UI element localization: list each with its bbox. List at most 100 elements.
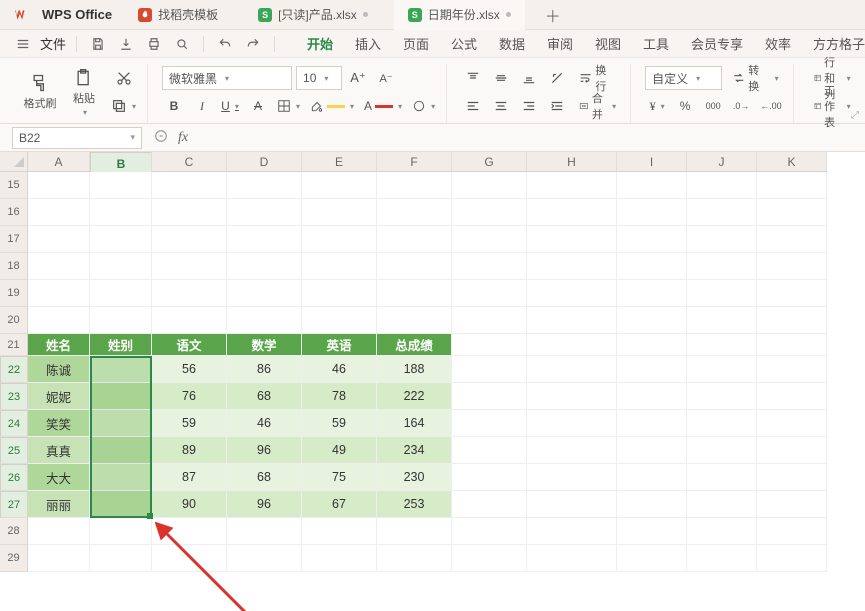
export-icon[interactable] [115, 33, 137, 55]
cell-F16[interactable] [377, 199, 452, 226]
cell-D15[interactable] [227, 172, 302, 199]
cell-C22[interactable]: 56 [152, 356, 227, 383]
cell-G27[interactable] [452, 491, 527, 518]
font-color-button[interactable]: A [361, 94, 405, 118]
cell-K24[interactable] [757, 410, 827, 437]
new-tab-button[interactable]: ＋ [537, 3, 569, 27]
cell-K19[interactable] [757, 280, 827, 307]
cell-B22[interactable] [90, 356, 152, 383]
ribbon-tab-formula[interactable]: 公式 [451, 30, 477, 57]
cell-B17[interactable] [90, 226, 152, 253]
cell-D24[interactable]: 46 [227, 410, 302, 437]
cell-D20[interactable] [227, 307, 302, 334]
select-all-corner[interactable] [0, 152, 28, 172]
tab-date-xlsx[interactable]: S 日期年份.xlsx [394, 0, 525, 30]
cell-F26[interactable]: 230 [377, 464, 452, 491]
ribbon-expand-icon[interactable]: ⤢ [851, 110, 859, 121]
name-box[interactable]: B22 ▾ [12, 127, 142, 149]
cell-C29[interactable] [152, 545, 227, 572]
ribbon-tab-efficiency[interactable]: 效率 [765, 30, 791, 57]
currency-icon[interactable]: ¥ [645, 94, 669, 118]
ribbon-tab-member[interactable]: 会员专享 [691, 30, 743, 57]
cell-B18[interactable] [90, 253, 152, 280]
align-middle-icon[interactable] [489, 66, 513, 90]
copy-icon[interactable] [108, 94, 139, 118]
cell-B29[interactable] [90, 545, 152, 572]
cell-H18[interactable] [527, 253, 617, 280]
row-header-21[interactable]: 21 [0, 334, 28, 356]
cell-F18[interactable] [377, 253, 452, 280]
row-header-24[interactable]: 24 [0, 410, 28, 437]
cell-E23[interactable]: 78 [302, 383, 377, 410]
cell-style-button[interactable] [409, 94, 438, 118]
cell-G20[interactable] [452, 307, 527, 334]
fx-icon[interactable]: fx [178, 130, 188, 146]
ribbon-tab-ffgz[interactable]: 方方格子 [813, 30, 865, 57]
cell-G29[interactable] [452, 545, 527, 572]
indent-icon[interactable] [545, 94, 569, 118]
cell-E27[interactable]: 67 [302, 491, 377, 518]
cell-C25[interactable]: 89 [152, 437, 227, 464]
cell-B27[interactable] [90, 491, 152, 518]
col-header-K[interactable]: K [757, 152, 827, 172]
cell-K15[interactable] [757, 172, 827, 199]
cell-G26[interactable] [452, 464, 527, 491]
col-header-H[interactable]: H [527, 152, 617, 172]
row-header-16[interactable]: 16 [0, 199, 28, 226]
cell-I17[interactable] [617, 226, 687, 253]
cell-H21[interactable] [527, 334, 617, 356]
cell-G24[interactable] [452, 410, 527, 437]
cell-G18[interactable] [452, 253, 527, 280]
decrease-font-icon[interactable]: A⁻ [374, 66, 398, 90]
cell-G28[interactable] [452, 518, 527, 545]
row-header-23[interactable]: 23 [0, 383, 28, 410]
cell-E26[interactable]: 75 [302, 464, 377, 491]
font-family-select[interactable]: 微软雅黑 [162, 66, 292, 90]
col-header-G[interactable]: G [452, 152, 527, 172]
cell-F29[interactable] [377, 545, 452, 572]
cell-G25[interactable] [452, 437, 527, 464]
cell-F20[interactable] [377, 307, 452, 334]
cell-A21[interactable]: 姓名 [28, 334, 90, 356]
cell-A25[interactable]: 真真 [28, 437, 90, 464]
cell-J19[interactable] [687, 280, 757, 307]
ribbon-tab-home[interactable]: 开始 [307, 30, 333, 57]
cell-A22[interactable]: 陈诚 [28, 356, 90, 383]
align-center-icon[interactable] [489, 94, 513, 118]
cell-A16[interactable] [28, 199, 90, 226]
row-header-26[interactable]: 26 [0, 464, 28, 491]
cell-B26[interactable] [90, 464, 152, 491]
cell-D26[interactable]: 68 [227, 464, 302, 491]
italic-button[interactable]: I [190, 94, 214, 118]
cell-J22[interactable] [687, 356, 757, 383]
cell-I23[interactable] [617, 383, 687, 410]
cell-J29[interactable] [687, 545, 757, 572]
cell-H17[interactable] [527, 226, 617, 253]
paste-button[interactable]: 粘贴 [64, 64, 104, 120]
cell-E18[interactable] [302, 253, 377, 280]
decrease-decimal-icon[interactable]: .0→ [729, 94, 753, 118]
cell-E17[interactable] [302, 226, 377, 253]
increase-font-icon[interactable]: A⁺ [346, 66, 370, 90]
cell-J16[interactable] [687, 199, 757, 226]
cell-K27[interactable] [757, 491, 827, 518]
cell-E28[interactable] [302, 518, 377, 545]
format-painter-button[interactable]: 格式刷 [20, 64, 60, 120]
font-size-select[interactable]: 10 [296, 66, 342, 90]
cell-F22[interactable]: 188 [377, 356, 452, 383]
cell-D29[interactable] [227, 545, 302, 572]
cell-B24[interactable] [90, 410, 152, 437]
tab-template-store[interactable]: 找稻壳模板 [124, 0, 232, 30]
ribbon-tab-page[interactable]: 页面 [403, 30, 429, 57]
cell-J23[interactable] [687, 383, 757, 410]
cell-F21[interactable]: 总成绩 [377, 334, 452, 356]
cell-F25[interactable]: 234 [377, 437, 452, 464]
col-header-J[interactable]: J [687, 152, 757, 172]
col-header-C[interactable]: C [152, 152, 227, 172]
cell-J20[interactable] [687, 307, 757, 334]
cell-I28[interactable] [617, 518, 687, 545]
cell-K28[interactable] [757, 518, 827, 545]
cell-G22[interactable] [452, 356, 527, 383]
cell-C26[interactable]: 87 [152, 464, 227, 491]
ribbon-tab-insert[interactable]: 插入 [355, 30, 381, 57]
